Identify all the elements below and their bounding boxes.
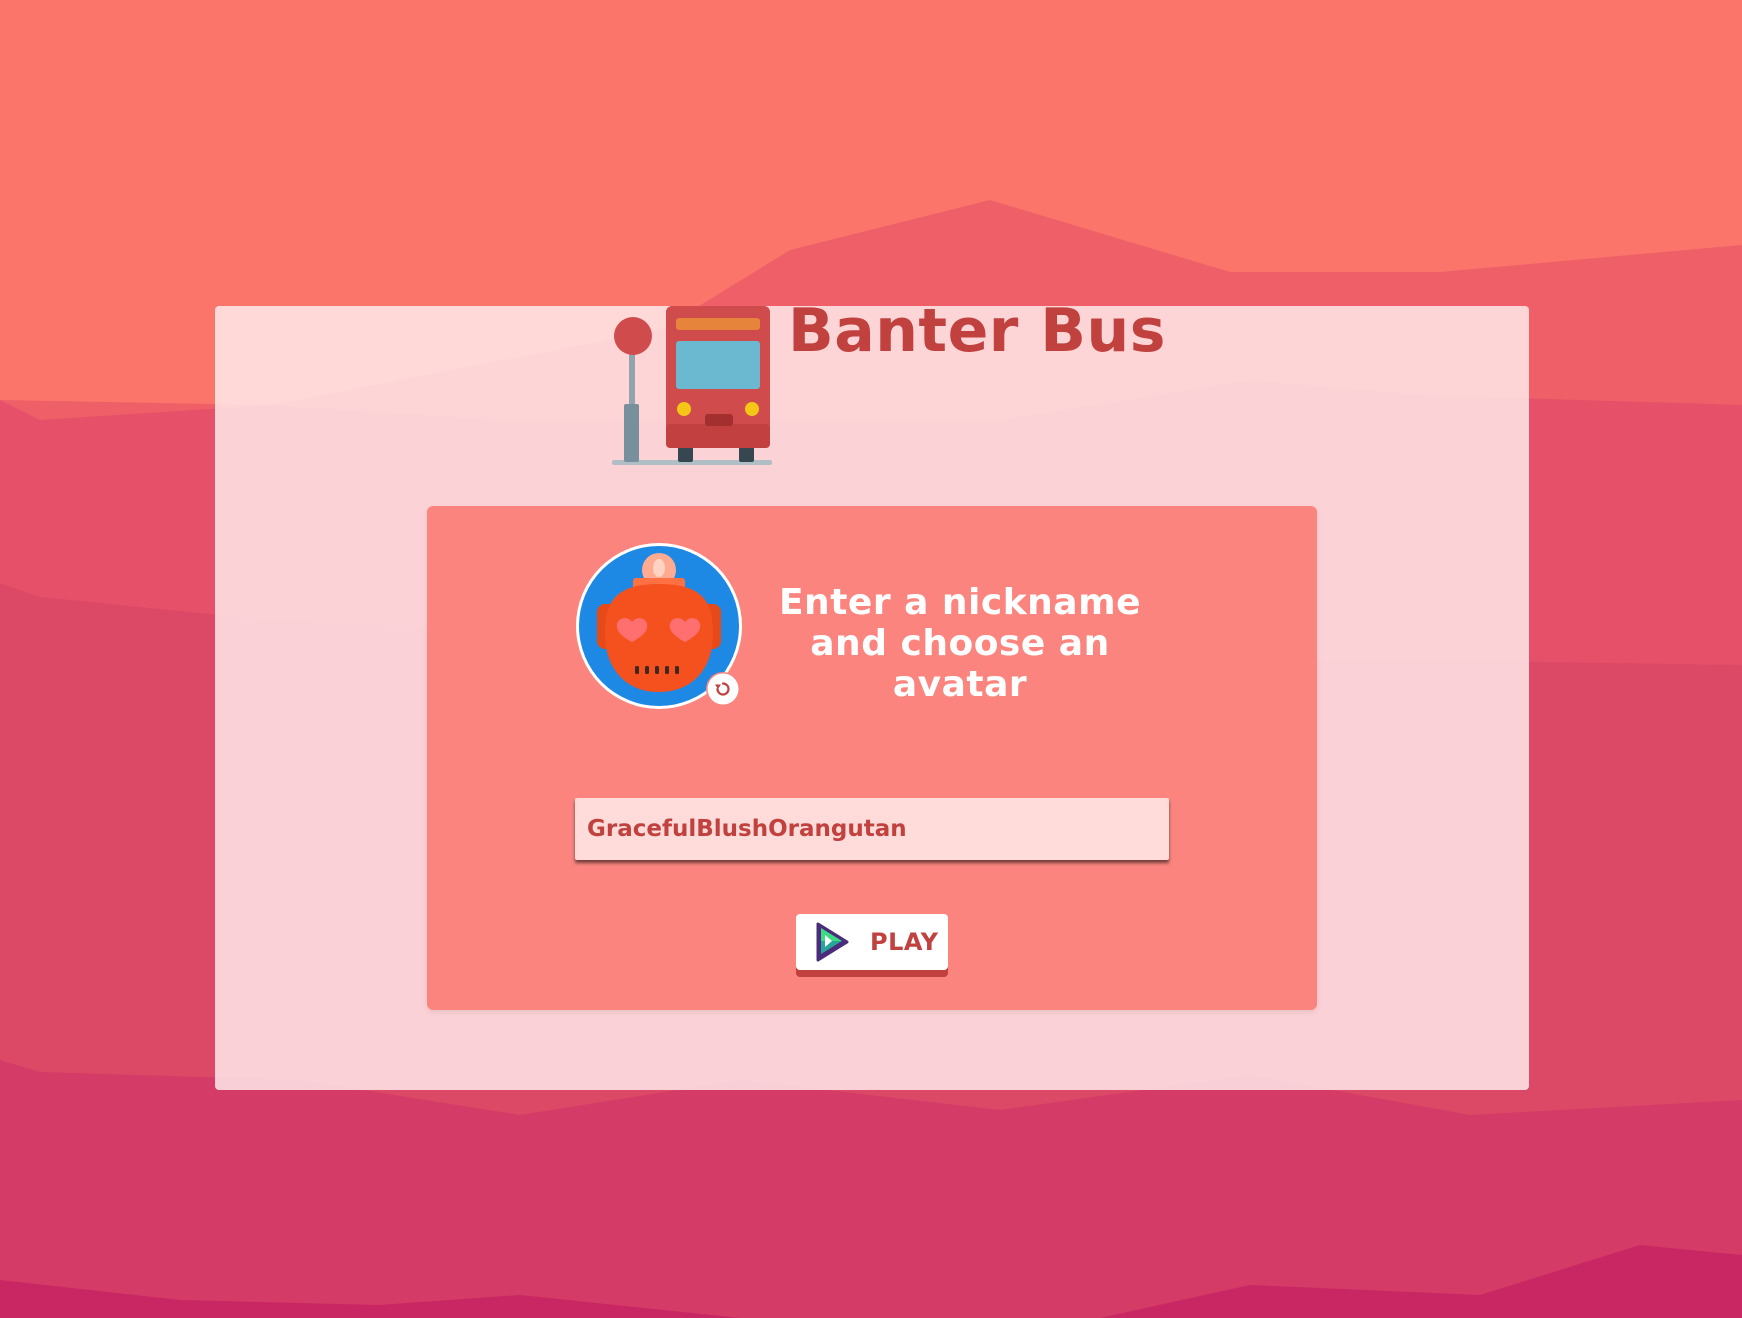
play-button[interactable]: PLAY [796,914,948,970]
play-label: PLAY [870,928,939,956]
bus-stop-icon [612,306,772,465]
refresh-icon [707,673,739,705]
play-icon [816,922,849,962]
app-title: Banter Bus [788,296,1166,366]
nickname-input[interactable] [575,798,1169,860]
join-prompt: Enter a nickname and choose an avatar [778,582,1142,705]
avatar-picker[interactable] [575,542,743,710]
refresh-avatar-button[interactable] [706,672,740,706]
